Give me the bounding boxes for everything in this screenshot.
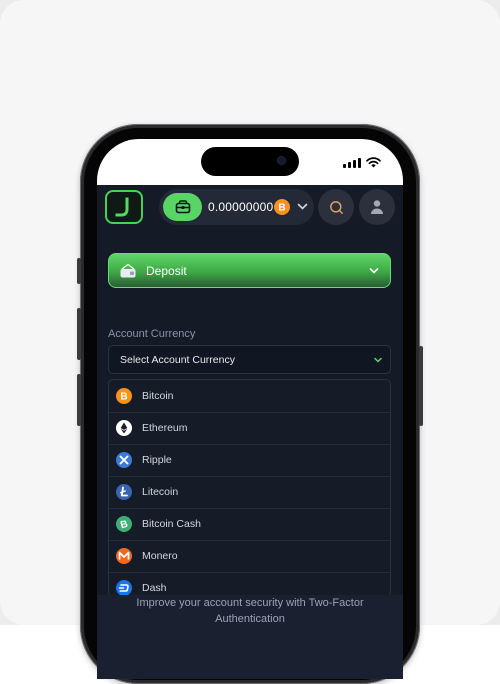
deposit-dropdown[interactable]: Deposit <box>108 253 391 288</box>
currency-option-label: Ethereum <box>142 422 188 434</box>
cellular-signal-icon <box>343 157 361 168</box>
currency-option-monero[interactable]: Monero <box>109 540 390 573</box>
status-icons <box>343 154 381 170</box>
currency-option-litecoin[interactable]: Litecoin <box>109 476 390 509</box>
profile-button[interactable] <box>359 189 395 225</box>
deposit-label: Deposit <box>146 264 187 278</box>
phone-screen: 0.00000000 B Deposit Account Currency Se… <box>97 139 403 679</box>
ethereum-icon <box>116 420 132 436</box>
currency-option-ethereum[interactable]: Ethereum <box>109 412 390 445</box>
logo-j-icon <box>115 197 129 217</box>
chevron-down-icon <box>374 357 382 363</box>
status-bar <box>97 139 403 185</box>
chevron-down-icon <box>369 268 379 274</box>
svg-text:B: B <box>278 203 285 214</box>
deposit-wallet-icon <box>120 263 136 278</box>
front-camera <box>277 156 286 165</box>
user-icon <box>371 200 383 214</box>
dash-icon <box>116 580 132 596</box>
currency-option-bitcoin[interactable]: B Bitcoin <box>109 380 390 413</box>
wifi-icon <box>366 156 381 167</box>
chevron-down-icon[interactable] <box>297 201 308 212</box>
currency-option-label: Dash <box>142 582 167 594</box>
account-currency-select[interactable]: Select Account Currency <box>108 345 391 374</box>
currency-option-dash[interactable]: Dash <box>109 572 390 596</box>
search-icon <box>329 200 343 214</box>
ripple-icon <box>116 452 132 468</box>
two-factor-text: Improve your account security with Two-F… <box>136 597 364 625</box>
phone-power-button <box>419 346 423 426</box>
wallet-balance: 0.00000000 <box>208 200 274 214</box>
litecoin-icon <box>116 484 132 500</box>
bitcoin-cash-icon: B <box>116 516 132 532</box>
currency-option-label: Monero <box>142 550 178 562</box>
app-logo[interactable] <box>105 190 143 224</box>
wallet-icon <box>175 200 190 214</box>
currency-option-ripple[interactable]: Ripple <box>109 444 390 477</box>
phone-volume-down-button <box>77 374 81 426</box>
search-button[interactable] <box>318 189 354 225</box>
select-placeholder: Select Account Currency <box>120 354 235 366</box>
phone-action-button <box>77 258 81 284</box>
currency-option-label: Bitcoin <box>142 390 174 402</box>
bitcoin-icon: B <box>274 199 290 215</box>
account-currency-label: Account Currency <box>108 328 196 340</box>
two-factor-promo: Improve your account security with Two-F… <box>97 595 403 679</box>
app-content: 0.00000000 B Deposit Account Currency Se… <box>97 185 403 679</box>
currency-dropdown-list[interactable]: B Bitcoin Ethereum Ripple Litecoin B Bit… <box>108 379 391 597</box>
currency-option-bitcoin-cash[interactable]: B Bitcoin Cash <box>109 508 390 541</box>
svg-text:B: B <box>120 392 127 403</box>
wallet-button[interactable] <box>163 193 202 221</box>
currency-option-label: Litecoin <box>142 486 179 498</box>
bitcoin-icon: B <box>116 388 132 404</box>
phone-volume-up-button <box>77 308 81 360</box>
currency-option-label: Bitcoin Cash <box>142 518 201 530</box>
wallet-balance-pill[interactable]: 0.00000000 B <box>159 189 314 225</box>
monero-icon <box>116 548 132 564</box>
currency-option-label: Ripple <box>142 454 172 466</box>
